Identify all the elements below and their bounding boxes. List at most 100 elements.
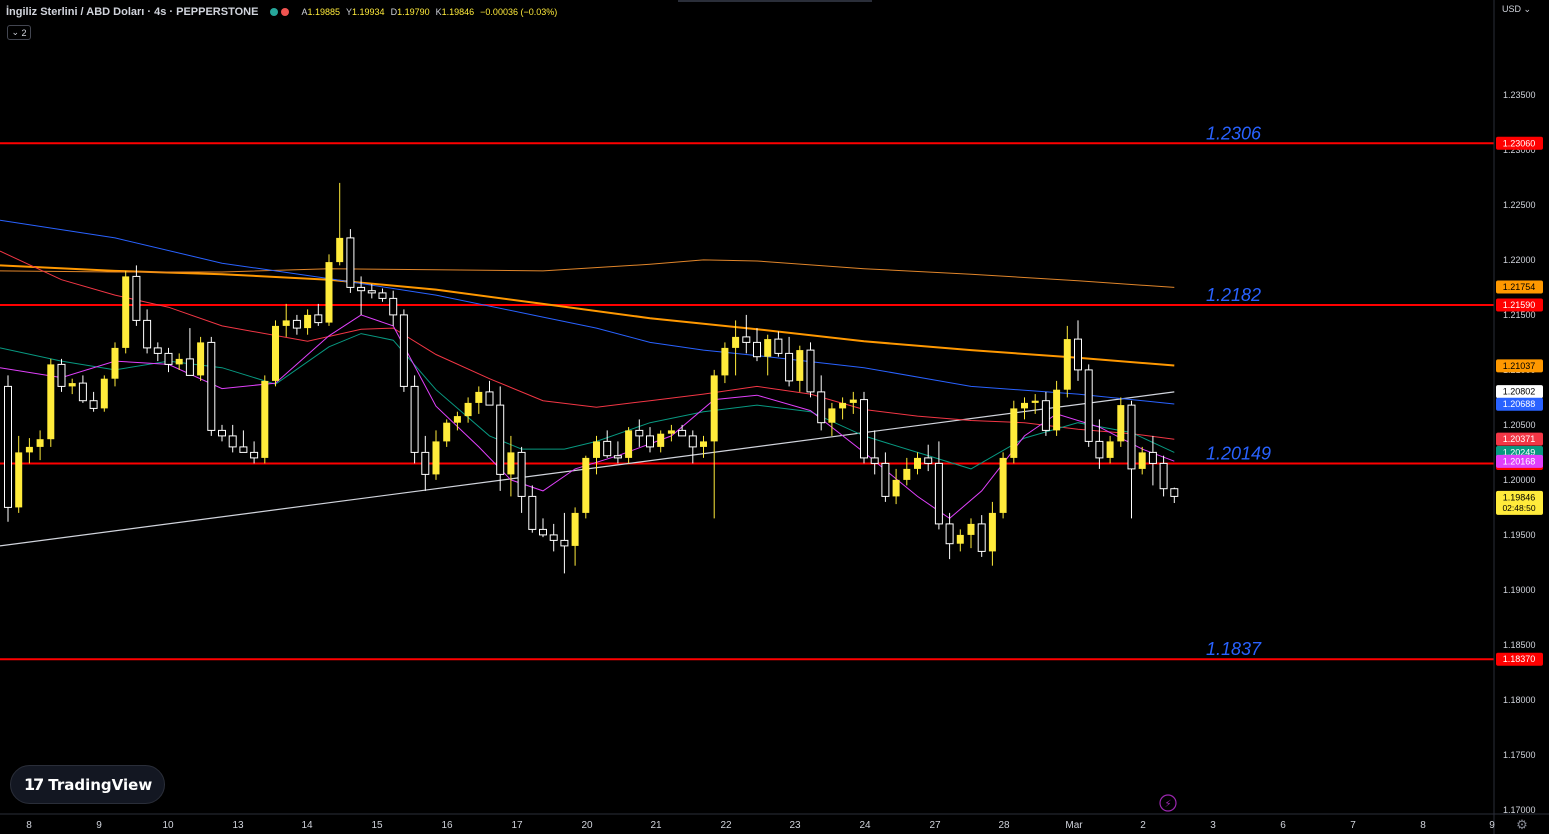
candle-body bbox=[625, 430, 633, 458]
time-tick-21: 9 bbox=[1489, 820, 1495, 831]
candle-11 bbox=[122, 270, 130, 354]
price-tag-5: 1.21037 bbox=[1496, 359, 1543, 373]
candle-body bbox=[657, 433, 665, 447]
candle-60 bbox=[646, 427, 654, 453]
chart-header: İngiliz Sterlini / ABD Doları · 4s · PEP… bbox=[6, 6, 557, 18]
candle-body bbox=[934, 462, 943, 525]
candle-body bbox=[839, 402, 847, 409]
indicators-toggle[interactable]: ⌄ 2 bbox=[7, 25, 31, 40]
candle-63 bbox=[678, 424, 687, 437]
candle-body bbox=[282, 320, 290, 326]
moving-average-line-0 bbox=[0, 264, 1175, 367]
candle-body bbox=[314, 314, 323, 324]
time-axis[interactable]: 8 9 10 13 14 15 16 17 20 21 22 23 24 27 28 Mar 2 3 6 7 8 9 ⚙⚡ bbox=[0, 794, 1549, 833]
candle-0 bbox=[4, 375, 12, 522]
candle-body bbox=[785, 352, 794, 382]
candle-body bbox=[732, 336, 740, 348]
price-chart[interactable]: 1.23061.21821.201491.1837 1.235001.23000… bbox=[0, 0, 1549, 834]
ohlc-low: D1.19790 bbox=[390, 7, 430, 17]
candle-88 bbox=[945, 512, 954, 560]
time-tick-11: 23 bbox=[789, 820, 801, 831]
candle-body bbox=[261, 380, 269, 458]
candle-body bbox=[1159, 462, 1168, 490]
top-drag-bar[interactable] bbox=[678, 0, 872, 2]
candle-72 bbox=[774, 331, 783, 357]
candle-6 bbox=[68, 378, 76, 395]
candle-85 bbox=[914, 452, 921, 475]
candle-body bbox=[164, 352, 173, 365]
candle-18 bbox=[197, 336, 205, 381]
candle-body bbox=[517, 451, 526, 497]
candle-body bbox=[881, 462, 890, 497]
candle-body bbox=[967, 523, 975, 535]
candle-body bbox=[304, 314, 312, 329]
candle-body bbox=[582, 457, 590, 513]
candle-76 bbox=[817, 375, 826, 431]
candle-37 bbox=[399, 309, 408, 392]
time-tick-16: 2 bbox=[1140, 820, 1146, 831]
lightning-icon[interactable]: ⚡ bbox=[1159, 794, 1177, 812]
tradingview-logo[interactable]: 17 TradingView bbox=[10, 765, 165, 804]
candle-48 bbox=[517, 446, 526, 513]
time-tick-0: 8 bbox=[26, 820, 32, 831]
gear-icon[interactable]: ⚙ bbox=[1516, 818, 1528, 833]
candle-body bbox=[367, 290, 376, 294]
candle-body bbox=[132, 275, 141, 321]
price-tick-8: 1.19500 bbox=[1503, 530, 1536, 540]
candle-body bbox=[421, 451, 430, 475]
candle-106 bbox=[1138, 446, 1146, 475]
tradingview-logo-text: TradingView bbox=[48, 775, 153, 794]
time-tick-4: 14 bbox=[301, 820, 313, 831]
candle-64 bbox=[688, 430, 697, 464]
candle-body bbox=[443, 422, 451, 442]
candle-70 bbox=[753, 328, 761, 362]
status-dots bbox=[270, 8, 290, 16]
candle-71 bbox=[764, 334, 772, 376]
candle-55 bbox=[593, 435, 600, 475]
ohlc-change: −0.00036 (−0.03%) bbox=[480, 7, 558, 17]
currency-selector[interactable]: USD ⌄ bbox=[1502, 4, 1531, 15]
candle-body bbox=[914, 457, 921, 469]
candle-body bbox=[635, 429, 644, 437]
candle-body bbox=[870, 457, 879, 464]
price-tag-10: 1.20168 bbox=[1496, 454, 1543, 468]
candle-51 bbox=[549, 523, 558, 552]
candle-108 bbox=[1159, 455, 1168, 497]
candle-31 bbox=[336, 182, 344, 266]
candle-body bbox=[1074, 338, 1082, 371]
price-tag-text: 1.20688 bbox=[1503, 399, 1536, 409]
price-tag-text: 1.20371 bbox=[1503, 434, 1536, 444]
price-tag-6: 1.20802 bbox=[1496, 385, 1543, 399]
level-label-0: 1.2306 bbox=[1206, 123, 1262, 143]
candle-49 bbox=[528, 485, 537, 533]
candle-52 bbox=[560, 512, 569, 574]
candle-body bbox=[292, 319, 301, 329]
candle-1 bbox=[15, 435, 23, 513]
candle-5 bbox=[57, 358, 66, 392]
horizontal-levels bbox=[0, 142, 1494, 661]
candle-body bbox=[57, 363, 66, 387]
time-tick-3: 13 bbox=[232, 820, 244, 831]
candle-4 bbox=[47, 358, 55, 447]
candle-body bbox=[892, 479, 900, 497]
moving-average-line-3 bbox=[0, 250, 1175, 440]
candle-body bbox=[68, 383, 76, 387]
candle-body bbox=[175, 358, 183, 365]
candle-body bbox=[15, 452, 23, 508]
price-axis[interactable]: 1.235001.230001.225001.220001.215001.210… bbox=[1493, 0, 1536, 834]
candle-35 bbox=[378, 288, 387, 302]
candle-2 bbox=[25, 438, 33, 464]
price-tag-text: 1.21037 bbox=[1503, 361, 1536, 371]
candle-21 bbox=[228, 424, 237, 453]
candle-body bbox=[710, 375, 718, 442]
price-tag-1: 1.21590 bbox=[1496, 298, 1543, 312]
candle-body bbox=[78, 382, 87, 402]
tradingview-logo-mark: 17 bbox=[24, 775, 44, 794]
candle-59 bbox=[635, 419, 644, 447]
candle-body bbox=[528, 495, 537, 530]
candle-body bbox=[924, 457, 933, 464]
candle-body bbox=[453, 416, 461, 423]
candle-body bbox=[197, 342, 205, 376]
symbol-title[interactable]: İngiliz Sterlini / ABD Doları · 4s · PEP… bbox=[6, 6, 258, 18]
price-tag-0: 1.23060 bbox=[1496, 136, 1543, 150]
